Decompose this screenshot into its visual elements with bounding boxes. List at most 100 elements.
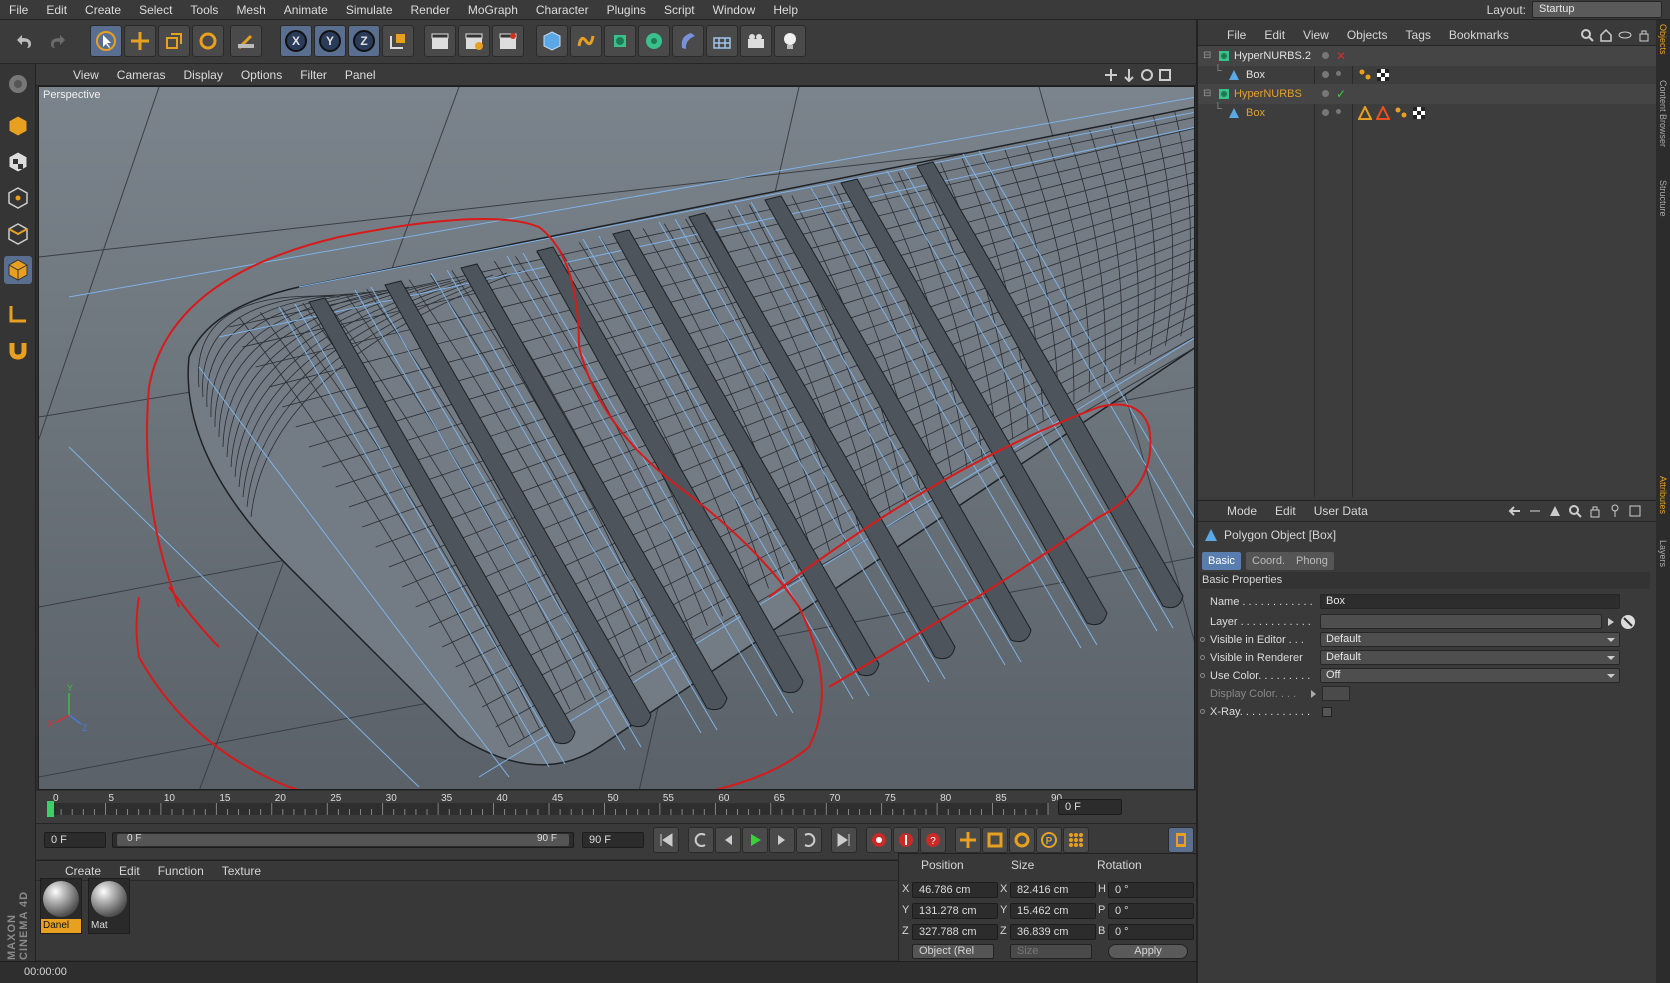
rotation-p-field[interactable]: 0 ° (1108, 903, 1194, 919)
menu-plugins[interactable]: Plugins (598, 0, 655, 20)
material-swatch-mat[interactable]: Mat (88, 878, 130, 934)
object-name[interactable]: HyperNURBS (1234, 84, 1302, 104)
axis-mode-button[interactable] (4, 300, 32, 328)
selection-tag-icon[interactable] (1358, 68, 1372, 82)
next-key-button[interactable] (796, 827, 822, 853)
back-arrow-icon[interactable] (1508, 504, 1522, 518)
lock-icon[interactable] (1637, 28, 1651, 42)
add-camera-button[interactable] (740, 25, 772, 57)
key-parameter-button[interactable]: P (1036, 827, 1062, 853)
editor-visibility-dot[interactable] (1322, 109, 1329, 116)
menu-edit[interactable]: Edit (37, 0, 76, 20)
object-menu-view[interactable]: View (1294, 28, 1338, 42)
recent-tools-button[interactable] (230, 25, 262, 57)
keyframe-selection-button[interactable]: ? (920, 827, 946, 853)
render-view-button[interactable] (424, 25, 456, 57)
record-button[interactable] (866, 827, 892, 853)
key-scale-button[interactable] (982, 827, 1008, 853)
orbit-icon[interactable] (1140, 68, 1154, 82)
menu-create[interactable]: Create (76, 0, 130, 20)
size-z-field[interactable]: 36.839 cm (1010, 924, 1096, 940)
search-icon[interactable] (1568, 504, 1582, 518)
pin-icon[interactable] (1608, 504, 1622, 518)
warning-tag-icon[interactable] (1376, 106, 1390, 120)
tab-coord[interactable]: Coord. (1246, 552, 1292, 570)
add-cube-button[interactable] (536, 25, 568, 57)
point-mode-button[interactable] (4, 184, 32, 212)
add-light-button[interactable] (774, 25, 806, 57)
expand-arrow-icon[interactable] (1310, 689, 1318, 699)
texture-tag-icon[interactable] (1412, 106, 1426, 120)
position-x-field[interactable]: 46.786 cm (912, 882, 998, 898)
xray-checkbox[interactable] (1322, 707, 1332, 717)
animation-dot[interactable] (1200, 673, 1205, 678)
make-editable-button[interactable] (4, 70, 32, 98)
menu-render[interactable]: Render (402, 0, 459, 20)
visible-in-renderer-select[interactable]: Default (1320, 650, 1620, 665)
object-row-hypernurbs[interactable]: ⊟ HyperNURBS ✓ (1198, 84, 1658, 104)
render-picture-viewer-button[interactable] (458, 25, 490, 57)
previous-frame-button[interactable] (715, 827, 741, 853)
edge-mode-button[interactable] (4, 220, 32, 248)
forward-arrow-icon[interactable] (1528, 504, 1542, 518)
animation-dot[interactable] (1200, 655, 1205, 660)
up-arrow-icon[interactable] (1548, 504, 1562, 518)
timeline[interactable]: 0 5 10 15 20 25 30 35 40 45 50 55 60 65 70 75 80 85 90 0 F (36, 791, 1196, 823)
menu-help[interactable]: Help (764, 0, 807, 20)
side-tab-content-browser[interactable]: Content Browser (1657, 80, 1669, 147)
next-frame-button[interactable] (769, 827, 795, 853)
add-array-button[interactable] (638, 25, 670, 57)
maximize-view-icon[interactable] (1158, 68, 1172, 82)
tab-phong[interactable]: Phong (1290, 552, 1334, 570)
add-scene-button[interactable] (706, 25, 738, 57)
menu-animate[interactable]: Animate (275, 0, 337, 20)
play-button[interactable] (742, 827, 768, 853)
menu-select[interactable]: Select (130, 0, 181, 20)
layer-field[interactable] (1320, 614, 1602, 629)
previous-key-button[interactable] (688, 827, 714, 853)
menu-simulate[interactable]: Simulate (337, 0, 402, 20)
object-menu-tags[interactable]: Tags (1397, 28, 1440, 42)
material-menu-function[interactable]: Function (149, 864, 213, 878)
object-menu-objects[interactable]: Objects (1338, 28, 1397, 42)
start-frame-field[interactable]: 0 F (44, 832, 106, 848)
add-spline-button[interactable] (570, 25, 602, 57)
animation-dot[interactable] (1200, 709, 1205, 714)
current-frame-field[interactable]: 0 F (1058, 799, 1122, 815)
visible-in-editor-select[interactable]: Default (1320, 632, 1620, 647)
size-y-field[interactable]: 15.462 cm (1010, 903, 1096, 919)
material-swatch-danel[interactable]: Danel (40, 878, 82, 934)
side-tab-attributes[interactable]: Attributes (1657, 476, 1669, 514)
use-color-select[interactable]: Off (1320, 668, 1620, 683)
menu-character[interactable]: Character (527, 0, 598, 20)
attr-menu-user-data[interactable]: User Data (1305, 504, 1377, 518)
visibility-icon[interactable] (1618, 28, 1632, 42)
object-menu-file[interactable]: File (1218, 28, 1255, 42)
coord-size-select[interactable]: Size (1010, 944, 1092, 959)
dolly-icon[interactable] (1122, 68, 1136, 82)
render-settings-button[interactable] (492, 25, 524, 57)
size-x-field[interactable]: 82.416 cm (1010, 882, 1096, 898)
rotate-tool-button[interactable] (192, 25, 224, 57)
render-visibility-dot[interactable] (1336, 109, 1341, 114)
go-to-start-button[interactable] (653, 827, 679, 853)
editor-visibility-dot[interactable] (1322, 52, 1329, 59)
animation-dot[interactable] (1200, 637, 1205, 642)
object-name[interactable]: HyperNURBS.2 (1234, 46, 1311, 66)
frame-range-slider[interactable]: 0 F 90 F (112, 832, 574, 848)
key-position-button[interactable] (955, 827, 981, 853)
live-selection-button[interactable] (90, 25, 122, 57)
render-visibility-dot[interactable] (1336, 71, 1341, 76)
move-tool-button[interactable] (124, 25, 156, 57)
search-icon[interactable] (1580, 28, 1594, 42)
enabled-check-icon[interactable]: ✓ (1336, 84, 1346, 104)
selection-tag-icon[interactable] (1394, 106, 1408, 120)
layout-select[interactable]: Startup (1532, 1, 1662, 18)
menu-mograph[interactable]: MoGraph (459, 0, 527, 20)
add-deformer-button[interactable] (672, 25, 704, 57)
snap-button[interactable] (4, 336, 32, 364)
expand-toggle-icon[interactable]: ⊟ (1203, 84, 1211, 104)
rotation-h-field[interactable]: 0 ° (1108, 882, 1194, 898)
disabled-x-icon[interactable]: ✕ (1336, 46, 1346, 66)
redo-button[interactable] (42, 25, 74, 57)
